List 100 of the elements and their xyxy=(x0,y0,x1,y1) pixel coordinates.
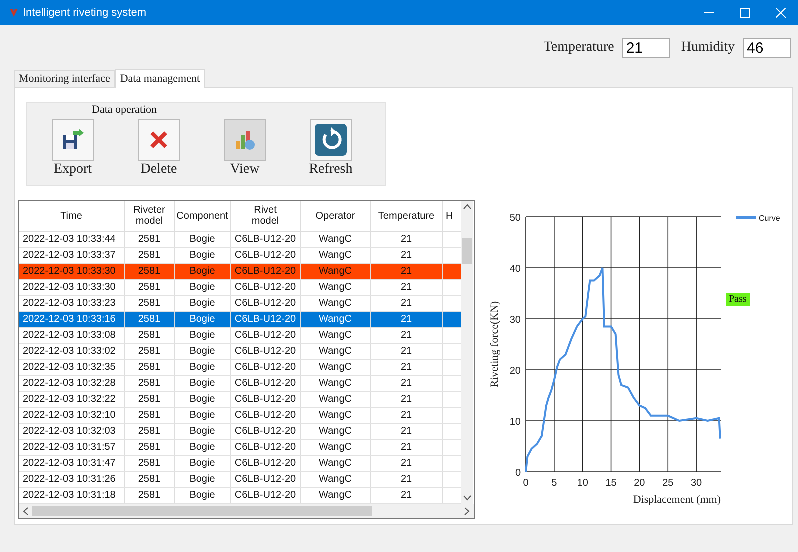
table-cell: Bogie xyxy=(175,296,231,311)
vertical-scrollbar[interactable] xyxy=(461,201,473,504)
table-cell: C6LB-U12-20 xyxy=(231,424,301,439)
table-cell: 21 xyxy=(371,424,443,439)
legend-label: Curve xyxy=(759,214,780,223)
tab[interactable]: Data management xyxy=(115,69,206,88)
table-cell: 2581 xyxy=(125,296,175,311)
tool-button[interactable] xyxy=(310,119,352,161)
table-cell: 21 xyxy=(371,440,443,455)
column-header[interactable]: H xyxy=(443,201,461,231)
refresh-icon xyxy=(315,124,347,156)
table-cell: C6LB-U12-20 xyxy=(231,296,301,311)
table-cell: 2022-12-03 10:33:44 xyxy=(19,232,125,247)
table-cell: C6LB-U12-20 xyxy=(231,360,301,375)
y-axis-title: Riveting force(KN) xyxy=(489,301,501,388)
table-cell: 2581 xyxy=(125,280,175,295)
table-cell: C6LB-U12-20 xyxy=(231,264,301,279)
x-tick-label: 10 xyxy=(577,478,588,489)
column-header[interactable]: Temperature xyxy=(371,201,443,231)
scroll-right-icon[interactable] xyxy=(464,506,470,516)
table-cell: 21 xyxy=(371,456,443,471)
x-tick-label: 5 xyxy=(552,478,558,489)
table-cell: 2581 xyxy=(125,440,175,455)
table-cell: 2022-12-03 10:33:16 xyxy=(19,312,125,327)
table-cell: Bogie xyxy=(175,360,231,375)
table-cell: WangC xyxy=(301,376,371,391)
table-cell: 2022-12-03 10:32:28 xyxy=(19,376,125,391)
table-cell: WangC xyxy=(301,312,371,327)
table-cell: 21 xyxy=(371,392,443,407)
scroll-left-icon[interactable] xyxy=(23,506,29,516)
y-tick-label: 30 xyxy=(510,315,521,326)
table-cell: 21 xyxy=(371,296,443,311)
maximize-icon[interactable] xyxy=(740,8,750,18)
table-cell: 21 xyxy=(371,488,443,503)
cross-icon xyxy=(149,130,169,150)
column-header[interactable]: Component xyxy=(175,201,231,231)
tab[interactable]: Monitoring interface xyxy=(14,70,116,87)
table-cell: C6LB-U12-20 xyxy=(231,392,301,407)
column-header[interactable]: Rivet model xyxy=(231,201,301,231)
table-cell: 2581 xyxy=(125,472,175,487)
table-cell: 21 xyxy=(371,360,443,375)
close-icon[interactable] xyxy=(776,8,786,18)
table-cell: 2581 xyxy=(125,376,175,391)
column-header[interactable]: Time xyxy=(19,201,125,231)
x-tick-label: 15 xyxy=(606,478,617,489)
table-cell: 2022-12-03 10:31:57 xyxy=(19,440,125,455)
table-cell: 2581 xyxy=(125,456,175,471)
table-cell: 2022-12-03 10:31:26 xyxy=(19,472,125,487)
table-cell: Bogie xyxy=(175,408,231,423)
table-cell: 2022-12-03 10:32:22 xyxy=(19,392,125,407)
floppy-disk-icon xyxy=(61,129,85,151)
scroll-down-icon[interactable] xyxy=(462,495,472,501)
table-cell: C6LB-U12-20 xyxy=(231,488,301,503)
table-cell: 2022-12-03 10:31:18 xyxy=(19,488,125,503)
table-cell: Bogie xyxy=(175,248,231,263)
tool-button[interactable] xyxy=(52,119,94,161)
y-tick-label: 20 xyxy=(510,366,521,377)
scroll-thumb[interactable] xyxy=(462,238,472,264)
table-cell: 21 xyxy=(371,232,443,247)
table-cell: 2581 xyxy=(125,392,175,407)
table-cell: 2022-12-03 10:33:30 xyxy=(19,280,125,295)
table-cell: WangC xyxy=(301,360,371,375)
x-tick-label: 30 xyxy=(691,478,702,489)
result-badge: Pass xyxy=(726,293,750,306)
humidity-field[interactable]: 46 xyxy=(743,38,791,58)
table-cell: 2581 xyxy=(125,344,175,359)
table-cell: 2022-12-03 10:32:10 xyxy=(19,408,125,423)
table-cell: WangC xyxy=(301,328,371,343)
scroll-thumb[interactable] xyxy=(32,506,372,516)
temperature-label: Temperature xyxy=(544,40,614,56)
table-cell: 21 xyxy=(371,344,443,359)
scroll-up-icon[interactable] xyxy=(462,204,472,210)
table-cell: Bogie xyxy=(175,328,231,343)
table-cell: WangC xyxy=(301,440,371,455)
column-header[interactable]: Riveter model xyxy=(125,201,175,231)
table-cell: 2022-12-03 10:33:23 xyxy=(19,296,125,311)
table-cell: C6LB-U12-20 xyxy=(231,456,301,471)
table-cell: WangC xyxy=(301,248,371,263)
table-cell: 2581 xyxy=(125,248,175,263)
table-cell: 2022-12-03 10:33:08 xyxy=(19,328,125,343)
table-cell: 21 xyxy=(371,280,443,295)
column-header[interactable]: Operator xyxy=(301,201,371,231)
horizontal-scrollbar[interactable] xyxy=(19,504,474,518)
x-axis-title: Displacement (mm) xyxy=(633,494,721,506)
table-cell: Bogie xyxy=(175,424,231,439)
table-cell: 2581 xyxy=(125,232,175,247)
tool-button[interactable] xyxy=(138,119,180,161)
table-cell: 2581 xyxy=(125,312,175,327)
temperature-field[interactable]: 21 xyxy=(622,38,670,58)
table-cell: Bogie xyxy=(175,312,231,327)
table-cell: Bogie xyxy=(175,472,231,487)
bar-chart-icon xyxy=(234,129,256,151)
table-cell: 21 xyxy=(371,472,443,487)
table-cell: 2581 xyxy=(125,488,175,503)
table-cell: 2581 xyxy=(125,424,175,439)
table-cell: 2022-12-03 10:31:47 xyxy=(19,456,125,471)
table-cell: 2022-12-03 10:33:37 xyxy=(19,248,125,263)
table-cell: 21 xyxy=(371,408,443,423)
table-cell: 2022-12-03 10:32:35 xyxy=(19,360,125,375)
table-cell: C6LB-U12-20 xyxy=(231,312,301,327)
